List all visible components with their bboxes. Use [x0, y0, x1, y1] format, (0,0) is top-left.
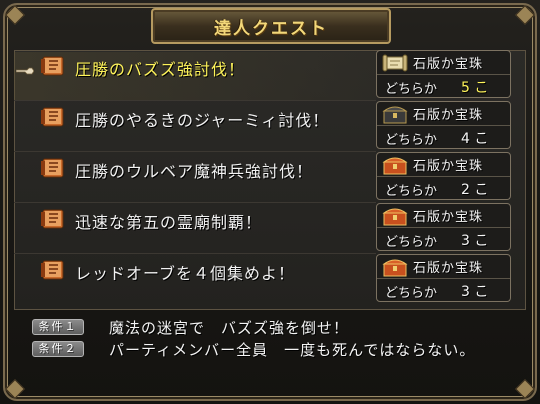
quest-name: レッドオーブを４個集めよ！ — [75, 264, 296, 283]
quest-book-icon — [41, 107, 64, 127]
scroll-icon — [382, 54, 408, 72]
quest-book-icon — [41, 260, 64, 280]
reward-item-label: 石版か宝珠 — [413, 57, 484, 72]
reward-item-label: 石版か宝珠 — [413, 210, 484, 225]
reward-box: 石版か宝珠 どちらか 5 こ — [376, 50, 511, 98]
red-chest-icon — [382, 259, 408, 277]
condition-row: 条件２ パーティメンバー全員 一度も死んではならない。 — [22, 338, 512, 360]
quest-row[interactable]: レッドオーブを４個集めよ！ 石版か宝珠 どちらか 3 こ — [14, 254, 526, 305]
red-chest-icon — [382, 157, 408, 175]
quest-name: 圧勝のウルベア魔神兵強討伐！ — [75, 162, 314, 181]
reward-quantity: 5 こ — [461, 80, 489, 96]
reward-quantity: 2 こ — [461, 182, 489, 198]
condition-text: パーティメンバー全員 一度も死んではならない。 — [109, 341, 476, 359]
quest-row[interactable]: 迅速な第五の霊廟制覇！ 石版か宝珠 どちらか 3 こ — [14, 203, 526, 254]
hand-cursor-icon — [16, 67, 34, 75]
reward-item-label: 石版か宝珠 — [413, 261, 484, 276]
reward-item-row: 石版か宝珠 — [377, 102, 510, 126]
black-chest-icon — [382, 106, 408, 124]
red-chest-icon — [382, 208, 408, 226]
condition-row: 条件１ 魔法の迷宮で バズズ強を倒せ！ — [22, 316, 512, 338]
reward-choice-label: どちらか — [385, 82, 438, 97]
quest-book-icon — [41, 158, 64, 178]
reward-item-row: 石版か宝珠 — [377, 255, 510, 279]
reward-choice-label: どちらか — [385, 286, 438, 301]
reward-item-row: 石版か宝珠 — [377, 204, 510, 228]
reward-box: 石版か宝珠 どちらか 3 こ — [376, 254, 511, 302]
reward-choice-label: どちらか — [385, 184, 438, 199]
condition-text: 魔法の迷宮で バズズ強を倒せ！ — [109, 319, 350, 337]
quest-name: 迅速な第五の霊廟制覇！ — [75, 213, 263, 232]
window-title: 達人クエスト — [214, 18, 328, 39]
window-title-plate: 達人クエスト — [151, 8, 391, 44]
quest-row[interactable]: 圧勝のやるきのジャーミィ討伐！ 石版か宝珠 どちらか 4 こ — [14, 101, 526, 152]
quest-name: 圧勝のバズズ強討伐！ — [75, 60, 246, 79]
reward-quantity: 3 こ — [461, 284, 489, 300]
reward-choice-label: どちらか — [385, 235, 438, 250]
reward-item-row: 石版か宝珠 — [377, 51, 510, 75]
quest-row[interactable]: 圧勝のウルベア魔神兵強討伐！ 石版か宝珠 どちらか 2 こ — [14, 152, 526, 203]
reward-box: 石版か宝珠 どちらか 3 こ — [376, 203, 511, 251]
reward-item-label: 石版か宝珠 — [413, 108, 484, 123]
reward-item-row: 石版か宝珠 — [377, 153, 510, 177]
reward-box: 石版か宝珠 どちらか 2 こ — [376, 152, 511, 200]
quest-name: 圧勝のやるきのジャーミィ討伐！ — [75, 111, 330, 130]
reward-choice-label: どちらか — [385, 133, 438, 148]
reward-quantity: 3 こ — [461, 233, 489, 249]
quest-book-icon — [41, 56, 64, 76]
quest-conditions: 条件１ 魔法の迷宮で バズズ強を倒せ！ 条件２ パーティメンバー全員 一度も死ん… — [22, 314, 512, 362]
reward-quantity: 4 こ — [461, 131, 489, 147]
quest-book-icon — [41, 209, 64, 229]
quest-window: 達人クエスト 圧勝のバズズ強討伐！ 石版か宝珠 どちらか 5 こ 圧勝のやるきの… — [0, 0, 540, 404]
reward-item-label: 石版か宝珠 — [413, 159, 484, 174]
condition-tag: 条件２ — [32, 341, 84, 357]
condition-tag: 条件１ — [32, 319, 84, 335]
quest-row[interactable]: 圧勝のバズズ強討伐！ 石版か宝珠 どちらか 5 こ — [14, 50, 526, 101]
reward-box: 石版か宝珠 どちらか 4 こ — [376, 101, 511, 149]
